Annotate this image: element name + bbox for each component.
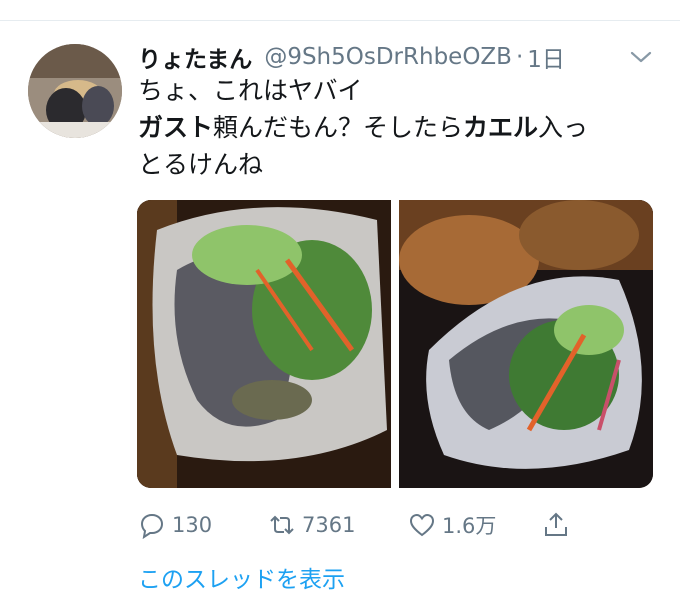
tweet-text-line-3: とるけんね (138, 150, 264, 179)
tweet-actions: 130 7361 1.6万 (138, 508, 638, 542)
food-photo-2 (399, 200, 653, 488)
tweet-text: ちょ、これはヤバイ ガスト頼んだもん？そしたらカエル入っ とるけんね (138, 72, 658, 183)
display-name[interactable]: りょたまん (138, 40, 252, 74)
text-bold-frog: カエル (463, 113, 539, 142)
text-plain-2: 入っ (538, 113, 589, 142)
text-plain-1: 頼んだもん？そしたら (213, 113, 464, 142)
user-handle[interactable]: @9Sh5OsDrRhbeOZB (264, 44, 512, 70)
text-bold-gusto: ガスト (138, 113, 214, 142)
like-button[interactable]: 1.6万 (408, 508, 496, 542)
reply-count: 130 (172, 513, 213, 537)
tweet-header: りょたまん @9Sh5OsDrRhbeOZB · 1日 (138, 40, 565, 74)
retweet-icon (270, 515, 294, 535)
reply-icon (140, 513, 164, 539)
separator: · (515, 44, 524, 70)
tweet-text-line-1: ちょ、これはヤバイ (138, 76, 363, 105)
retweet-button[interactable]: 7361 (268, 508, 355, 542)
tweet-text-line-2: ガスト頼んだもん？そしたらカエル入っ (138, 109, 658, 146)
like-count: 1.6万 (442, 514, 497, 538)
share-icon (545, 512, 567, 536)
avatar[interactable] (28, 44, 122, 138)
retweet-count: 7361 (302, 513, 356, 537)
top-divider (0, 20, 680, 21)
chevron-down-icon[interactable] (628, 46, 654, 68)
photo-2[interactable] (399, 200, 653, 488)
show-thread-link[interactable]: このスレッドを表示 (138, 560, 345, 594)
reply-button[interactable]: 130 (138, 508, 212, 542)
food-photo-1 (137, 200, 391, 488)
photo-1[interactable] (137, 200, 391, 488)
media-grid (137, 200, 653, 488)
timestamp[interactable]: 1日 (527, 40, 565, 74)
share-button[interactable] (542, 508, 576, 542)
avatar-image (28, 44, 122, 138)
heart-icon (409, 513, 435, 537)
